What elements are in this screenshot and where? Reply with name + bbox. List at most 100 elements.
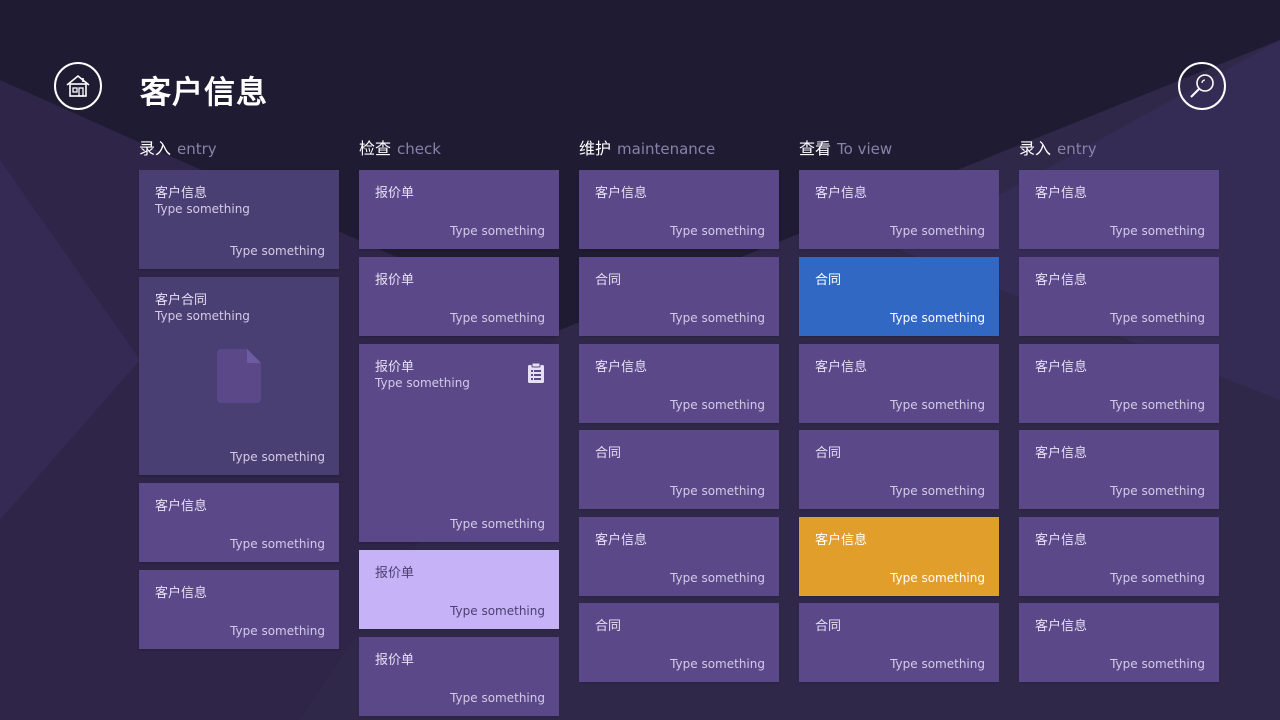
card-customer-info[interactable]: 客户信息 Type something bbox=[579, 517, 779, 596]
card-contract[interactable]: 合同 Type something bbox=[799, 603, 999, 682]
card-title: 客户信息 bbox=[595, 360, 648, 375]
card-customer-contract[interactable]: 客户合同 Type something Type something bbox=[139, 277, 339, 475]
card-footer: Type something bbox=[890, 657, 985, 671]
card-title: 客户信息 bbox=[815, 186, 868, 201]
card-footer: Type something bbox=[670, 311, 765, 325]
card-title: 客户信息 bbox=[155, 586, 208, 601]
card-footer: Type something bbox=[890, 484, 985, 498]
column-header-maintenance: 维护 maintenance bbox=[579, 135, 715, 159]
card-customer-info-highlighted[interactable]: 客户信息 Type something bbox=[799, 517, 999, 596]
card-quotation-selected[interactable]: 报价单 Type something bbox=[359, 550, 559, 629]
card-contract[interactable]: 合同 Type something bbox=[579, 603, 779, 682]
card-customer-info[interactable]: 客户信息 Type something bbox=[139, 570, 339, 649]
card-quotation[interactable]: 报价单 Type something bbox=[359, 637, 559, 716]
column-header-view: 查看 To view bbox=[799, 135, 892, 159]
column-header-cn: 录入 bbox=[139, 139, 172, 158]
card-subtitle: Type something bbox=[375, 376, 470, 390]
card-customer-info[interactable]: 客户信息 Type something bbox=[1019, 257, 1219, 336]
search-icon[interactable] bbox=[1178, 62, 1226, 110]
column-header-cn: 录入 bbox=[1019, 139, 1052, 158]
card-customer-info[interactable]: 客户信息 Type something bbox=[579, 170, 779, 249]
card-subtitle: Type something bbox=[155, 202, 250, 216]
column-header-cn: 检查 bbox=[359, 139, 392, 158]
card-title: 报价单 bbox=[375, 566, 415, 581]
card-title: 合同 bbox=[595, 273, 622, 288]
card-title: 客户信息 bbox=[1035, 619, 1088, 634]
card-footer: Type something bbox=[670, 224, 765, 238]
card-footer: Type something bbox=[1110, 398, 1205, 412]
card-subtitle: Type something bbox=[155, 309, 250, 323]
card-footer: Type something bbox=[230, 450, 325, 464]
column-header-en: maintenance bbox=[617, 140, 716, 158]
card-footer: Type something bbox=[450, 691, 545, 705]
card-footer: Type something bbox=[1110, 311, 1205, 325]
column-header-en: entry bbox=[177, 140, 217, 158]
card-title: 报价单 bbox=[375, 360, 415, 375]
card-footer: Type something bbox=[670, 484, 765, 498]
card-title: 客户信息 bbox=[1035, 273, 1088, 288]
card-footer: Type something bbox=[1110, 571, 1205, 585]
card-customer-info[interactable]: 客户信息 Type something bbox=[1019, 344, 1219, 423]
card-quotation-large[interactable]: 报价单 Type something Type something bbox=[359, 344, 559, 542]
card-title: 报价单 bbox=[375, 653, 415, 668]
page-title: 客户信息 bbox=[140, 75, 268, 111]
card-footer: Type something bbox=[890, 224, 985, 238]
card-title: 合同 bbox=[815, 273, 842, 288]
card-title: 客户信息 bbox=[595, 533, 648, 548]
card-customer-info[interactable]: 客户信息 Type something bbox=[1019, 170, 1219, 249]
column-header-en: check bbox=[397, 140, 441, 158]
card-footer: Type something bbox=[450, 311, 545, 325]
card-footer: Type something bbox=[1110, 224, 1205, 238]
card-title: 客户信息 bbox=[815, 533, 868, 548]
card-title: 客户合同 bbox=[155, 293, 208, 308]
card-customer-info[interactable]: 客户信息 Type something Type something bbox=[139, 170, 339, 269]
column-header-cn: 查看 bbox=[799, 139, 832, 158]
card-customer-info[interactable]: 客户信息 Type something bbox=[1019, 430, 1219, 509]
card-footer: Type something bbox=[890, 311, 985, 325]
card-footer: Type something bbox=[890, 571, 985, 585]
card-title: 客户信息 bbox=[1035, 186, 1088, 201]
card-contract[interactable]: 合同 Type something bbox=[579, 257, 779, 336]
column-header-entry-2: 录入 entry bbox=[1019, 135, 1097, 159]
card-title: 客户信息 bbox=[595, 186, 648, 201]
clipboard-list-icon bbox=[528, 362, 544, 383]
card-customer-info[interactable]: 客户信息 Type something bbox=[1019, 603, 1219, 682]
card-footer: Type something bbox=[1110, 657, 1205, 671]
card-footer: Type something bbox=[230, 244, 325, 258]
card-quotation[interactable]: 报价单 Type something bbox=[359, 257, 559, 336]
card-title: 合同 bbox=[595, 446, 622, 461]
card-quotation[interactable]: 报价单 Type something bbox=[359, 170, 559, 249]
card-customer-info[interactable]: 客户信息 Type something bbox=[579, 344, 779, 423]
card-customer-info[interactable]: 客户信息 Type something bbox=[799, 344, 999, 423]
card-footer: Type something bbox=[670, 571, 765, 585]
card-title: 客户信息 bbox=[155, 499, 208, 514]
card-footer: Type something bbox=[230, 624, 325, 638]
column-header-en: entry bbox=[1057, 140, 1097, 158]
card-contract[interactable]: 合同 Type something bbox=[799, 430, 999, 509]
card-customer-info[interactable]: 客户信息 Type something bbox=[139, 483, 339, 562]
card-customer-info[interactable]: 客户信息 Type something bbox=[799, 170, 999, 249]
card-footer: Type something bbox=[1110, 484, 1205, 498]
document-icon bbox=[217, 349, 261, 403]
card-title: 客户信息 bbox=[1035, 446, 1088, 461]
column-header-check: 检查 check bbox=[359, 135, 441, 159]
card-contract-highlighted[interactable]: 合同 Type something bbox=[799, 257, 999, 336]
card-customer-info[interactable]: 客户信息 Type something bbox=[1019, 517, 1219, 596]
card-footer: Type something bbox=[450, 604, 545, 618]
column-header-en: To view bbox=[837, 140, 893, 158]
home-icon[interactable] bbox=[54, 62, 102, 110]
card-footer: Type something bbox=[670, 398, 765, 412]
card-footer: Type something bbox=[450, 517, 545, 531]
card-title: 客户信息 bbox=[815, 360, 868, 375]
card-title: 客户信息 bbox=[155, 186, 208, 201]
card-contract[interactable]: 合同 Type something bbox=[579, 430, 779, 509]
card-title: 合同 bbox=[595, 619, 622, 634]
column-header-entry: 录入 entry bbox=[139, 135, 217, 159]
card-title: 报价单 bbox=[375, 186, 415, 201]
card-title: 合同 bbox=[815, 619, 842, 634]
card-footer: Type something bbox=[450, 224, 545, 238]
card-footer: Type something bbox=[890, 398, 985, 412]
card-footer: Type something bbox=[670, 657, 765, 671]
card-title: 客户信息 bbox=[1035, 533, 1088, 548]
card-title: 合同 bbox=[815, 446, 842, 461]
